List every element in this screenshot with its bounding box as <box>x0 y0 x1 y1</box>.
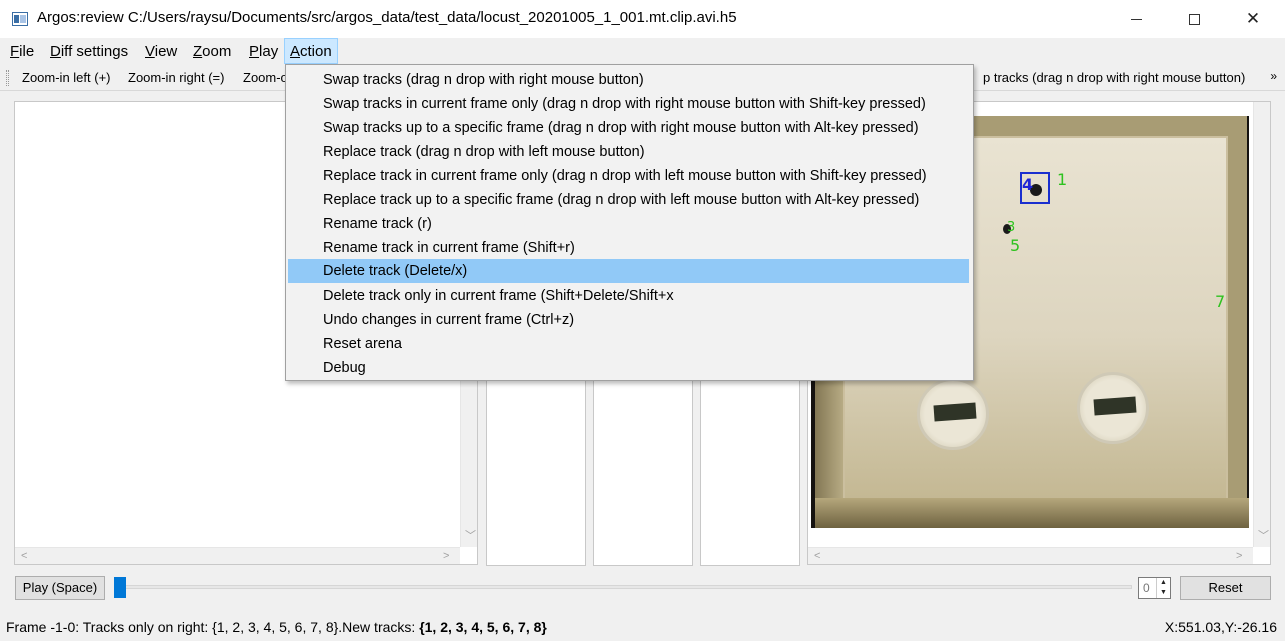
menu-bar: File Diff settings View Zoom Play Action <box>0 38 1285 64</box>
maximize-icon <box>1188 13 1200 25</box>
window-title: Argos:review C:/Users/raysu/Documents/sr… <box>37 9 737 26</box>
cursor-coordinates: X:551.03,Y:-26.16 <box>1164 619 1277 635</box>
list-panel-3[interactable] <box>700 370 800 566</box>
track-label-5[interactable]: 5 <box>1010 236 1020 255</box>
menu-item-replace-track[interactable]: Replace track (drag n drop with left mou… <box>288 140 969 164</box>
spin-up-icon[interactable]: ▲ <box>1156 578 1170 588</box>
track-label-7[interactable]: 7 <box>1215 292 1225 311</box>
right-horizontal-scrollbar[interactable]: < > <box>808 547 1253 564</box>
menu-item-swap-tracks[interactable]: Swap tracks (drag n drop with right mous… <box>288 68 969 92</box>
menu-item-replace-track-current-frame[interactable]: Replace track in current frame only (dra… <box>288 164 969 188</box>
swap-tracks-button[interactable]: p tracks (drag n drop with right mouse b… <box>983 70 1245 85</box>
food-patch <box>933 402 977 422</box>
status-message: Frame -1-0: Tracks only on right: {1, 2,… <box>6 619 547 635</box>
scroll-right-icon[interactable]: > <box>1236 550 1242 562</box>
action-menu-dropdown: Swap tracks (drag n drop with right mous… <box>285 64 974 381</box>
status-bar: Frame -1-0: Tracks only on right: {1, 2,… <box>0 615 1285 641</box>
arena-bottom-wall <box>815 498 1249 528</box>
scroll-down-icon[interactable]: ﹀ <box>465 527 476 543</box>
minimize-icon <box>1130 18 1142 20</box>
list-panel-1[interactable] <box>486 370 586 566</box>
scroll-left-icon[interactable]: < <box>814 550 820 562</box>
app-icon <box>12 12 28 26</box>
list-panel-2[interactable] <box>593 370 693 566</box>
menu-play[interactable]: Play <box>244 41 283 63</box>
toolbar-overflow-icon[interactable]: » <box>1270 69 1277 83</box>
menu-item-replace-track-up-to-frame[interactable]: Replace track up to a specific frame (dr… <box>288 188 969 212</box>
menu-zoom[interactable]: Zoom <box>188 41 236 63</box>
status-prefix: Frame -1-0: Tracks only on right: {1, 2,… <box>6 619 420 635</box>
close-icon: ✕ <box>1245 9 1261 28</box>
food-dish-right <box>1077 372 1149 444</box>
food-patch <box>1093 396 1137 416</box>
menu-item-undo-changes[interactable]: Undo changes in current frame (Ctrl+z) <box>288 308 969 332</box>
track-label-1[interactable]: 1 <box>1057 170 1067 189</box>
food-dish-left <box>917 378 989 450</box>
left-horizontal-scrollbar[interactable]: < > <box>15 547 460 564</box>
scroll-down-icon[interactable]: ﹀ <box>1258 527 1269 543</box>
title-bar: Argos:review C:/Users/raysu/Documents/sr… <box>0 0 1285 38</box>
scroll-left-icon[interactable]: < <box>21 550 27 562</box>
maximize-button[interactable] <box>1165 0 1223 38</box>
toolbar-grip[interactable] <box>6 70 9 86</box>
minimize-button[interactable] <box>1107 0 1165 38</box>
menu-item-rename-track-current-frame[interactable]: Rename track in current frame (Shift+r) <box>288 236 969 260</box>
menu-item-swap-tracks-up-to-frame[interactable]: Swap tracks up to a specific frame (drag… <box>288 116 969 140</box>
menu-view[interactable]: View <box>140 41 182 63</box>
frame-slider[interactable] <box>118 585 1132 589</box>
status-new-tracks: {1, 2, 3, 4, 5, 6, 7, 8} <box>419 619 547 635</box>
menu-item-delete-track-current-frame[interactable]: Delete track only in current frame (Shif… <box>288 284 969 308</box>
menu-item-rename-track[interactable]: Rename track (r) <box>288 212 969 236</box>
menu-diff-settings[interactable]: Diff settings <box>45 41 133 63</box>
spin-down-icon[interactable]: ▼ <box>1156 588 1170 598</box>
menu-item-reset-arena[interactable]: Reset arena <box>288 332 969 356</box>
zoom-in-right-button[interactable]: Zoom-in right (=) <box>128 70 224 85</box>
zoom-in-left-button[interactable]: Zoom-in left (+) <box>22 70 111 85</box>
frame-spinbox[interactable]: 0 ▲ ▼ <box>1138 577 1171 599</box>
scroll-right-icon[interactable]: > <box>443 550 449 562</box>
track-label-4[interactable]: 4 <box>1022 175 1033 194</box>
frame-spinbox-value[interactable]: 0 <box>1143 581 1150 595</box>
menu-item-swap-tracks-current-frame[interactable]: Swap tracks in current frame only (drag … <box>288 92 969 116</box>
zoom-out-button[interactable]: Zoom-o <box>243 70 288 85</box>
right-vertical-scrollbar[interactable]: ﹀ <box>1253 102 1270 547</box>
track-label-3[interactable]: 3 <box>1007 220 1015 235</box>
menu-file[interactable]: File <box>5 41 39 63</box>
reset-button[interactable]: Reset <box>1180 576 1271 600</box>
play-button[interactable]: Play (Space) <box>15 576 105 600</box>
menu-item-delete-track[interactable]: Delete track (Delete/x) <box>288 259 969 283</box>
frame-slider-handle[interactable] <box>114 577 126 598</box>
menu-action[interactable]: Action <box>284 38 338 64</box>
close-button[interactable]: ✕ <box>1224 0 1282 38</box>
menu-item-debug[interactable]: Debug <box>288 356 969 380</box>
